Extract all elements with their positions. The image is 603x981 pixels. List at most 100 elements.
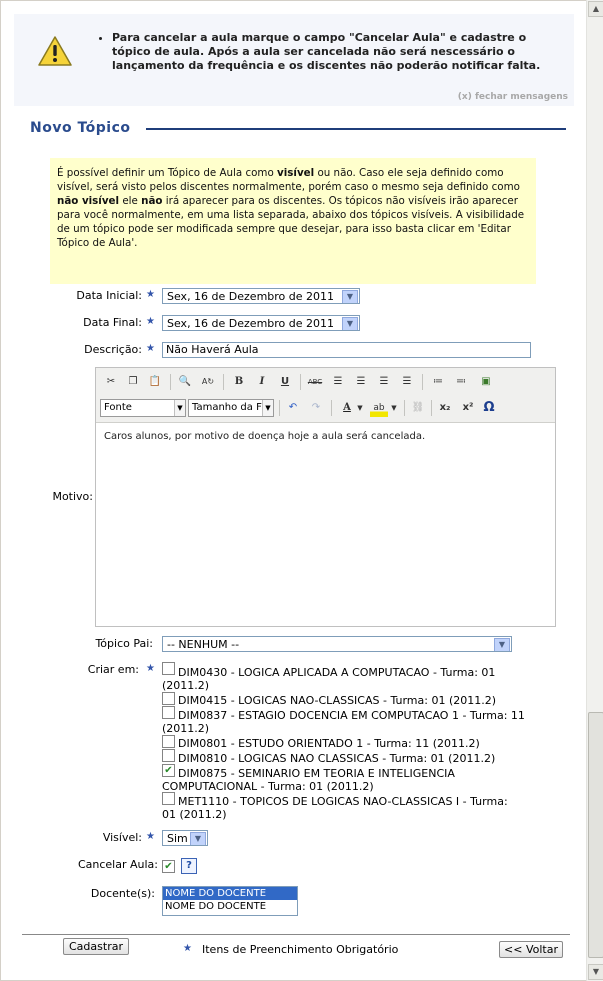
toolbar-separator — [431, 400, 432, 416]
toolbar-separator — [300, 374, 301, 390]
toolbar-separator — [170, 374, 171, 390]
cancelar-aula-checkbox[interactable]: ✔ — [162, 860, 175, 873]
visivel-value: Sim — [167, 832, 188, 845]
visivel-label: Visível: — [102, 831, 142, 844]
page-title: Novo Tópico — [30, 120, 131, 136]
motivo-label: Motivo: — [52, 490, 93, 503]
replace-icon[interactable]: A↻ — [199, 373, 217, 391]
chevron-down-icon[interactable]: ▼ — [342, 290, 358, 303]
scroll-thumb[interactable] — [588, 712, 603, 958]
scroll-down-icon[interactable]: ▼ — [588, 964, 603, 980]
link-icon[interactable]: ⛓ — [409, 399, 427, 417]
insert-image-icon[interactable]: ▣ — [477, 373, 495, 391]
align-center-icon[interactable]: ☰ — [352, 373, 370, 391]
underline-icon[interactable]: U — [276, 373, 294, 391]
align-right-icon[interactable]: ☰ — [375, 373, 393, 391]
copy-icon[interactable]: ❐ — [124, 373, 142, 391]
superscript-icon[interactable]: x² — [459, 399, 477, 417]
docentes-label: Docente(s): — [90, 887, 155, 900]
course-item: DIM0430 - LOGICA APLICADA A COMPUTACAO -… — [162, 666, 495, 692]
topico-pai-select[interactable]: -- NENHUM -- ▼ — [162, 636, 512, 652]
descricao-label: Descrição: — [84, 343, 142, 356]
font-size-select[interactable]: Tamanho da Fo ▼ — [188, 399, 274, 417]
warning-message: Para cancelar a aula marque o campo "Can… — [112, 31, 556, 73]
align-left-icon[interactable]: ☰ — [329, 373, 347, 391]
close-messages-link[interactable]: (x) fechar mensagens — [458, 92, 568, 102]
text-color-icon[interactable]: A — [338, 399, 356, 417]
title-divider — [146, 128, 566, 130]
bullet-list-icon[interactable]: ≔ — [429, 373, 447, 391]
topico-pai-value: -- NENHUM -- — [167, 638, 240, 651]
course-line: COMPUTACIONAL - Turma: 01 (2011.2) — [162, 780, 374, 793]
footer-divider — [22, 934, 570, 935]
course-item: DIM0837 - ESTAGIO DOCENCIA EM COMPUTACAO… — [162, 709, 525, 735]
motivo-content[interactable]: Caros alunos, por motivo de doença hoje … — [104, 431, 425, 442]
chevron-down-icon[interactable]: ▼ — [190, 832, 206, 845]
toolbar-separator — [223, 374, 224, 390]
course-line: MET1110 - TOPICOS DE LOGICAS NAO-CLASSIC… — [178, 795, 508, 808]
docentes-listbox[interactable]: NOME DO DOCENTE NOME DO DOCENTE — [162, 886, 298, 916]
descricao-input[interactable]: Não Haverá Aula — [162, 342, 531, 358]
required-star-icon: ★ — [146, 663, 155, 674]
docente-option[interactable]: NOME DO DOCENTE — [163, 887, 297, 900]
chevron-down-icon[interactable]: ▼ — [355, 399, 365, 417]
italic-icon[interactable]: I — [253, 373, 271, 391]
docente-option[interactable]: NOME DO DOCENTE — [163, 900, 297, 913]
required-note: Itens de Preenchimento Obrigatório — [202, 943, 399, 956]
data-inicial-value: Sex, 16 de Dezembro de 2011 — [167, 290, 335, 303]
visivel-select[interactable]: Sim ▼ — [162, 830, 208, 846]
highlight-color-icon[interactable]: ab — [370, 399, 388, 417]
font-family-select[interactable]: Fonte ▼ — [100, 399, 186, 417]
subscript-icon[interactable]: x₂ — [436, 399, 454, 417]
editor-toolbar: ✂ ❐ 📋 🔍 A↻ B I U ABC ☰ ☰ ☰ ☰ ≔ ≕ ▣ Fonte… — [96, 368, 555, 423]
course-line: DIM0837 - ESTAGIO DOCENCIA EM COMPUTACAO… — [178, 709, 525, 722]
course-item: DIM0810 - LOGICAS NAO CLASSICAS - Turma:… — [162, 752, 495, 765]
data-inicial-select[interactable]: Sex, 16 de Dezembro de 2011 ▼ — [162, 288, 360, 304]
bold-icon[interactable]: B — [230, 373, 248, 391]
chevron-down-icon[interactable]: ▼ — [174, 400, 185, 416]
required-star-icon: ★ — [146, 289, 155, 300]
required-star-icon: ★ — [146, 316, 155, 327]
required-star-icon: ★ — [146, 343, 155, 354]
chevron-down-icon[interactable]: ▼ — [342, 317, 358, 330]
course-line: (2011.2) — [162, 722, 210, 735]
course-item: MET1110 - TOPICOS DE LOGICAS NAO-CLASSIC… — [162, 795, 508, 821]
course-item: DIM0415 - LOGICAS NAO-CLASSICAS - Turma:… — [162, 694, 496, 707]
paste-icon[interactable]: 📋 — [146, 373, 164, 391]
data-final-value: Sex, 16 de Dezembro de 2011 — [167, 317, 335, 330]
criar-em-label: Criar em: — [87, 663, 139, 676]
vertical-scrollbar[interactable]: ▲ ▼ — [586, 0, 603, 981]
strikethrough-icon[interactable]: ABC — [306, 373, 324, 391]
section-header: Novo Tópico — [30, 120, 566, 140]
font-size-value: Tamanho da Fo — [192, 402, 268, 413]
course-line: 01 (2011.2) — [162, 808, 227, 821]
info-bold-nao: não — [141, 195, 163, 207]
chevron-down-icon[interactable]: ▼ — [494, 638, 510, 651]
course-item: DIM0875 - SEMINARIO EM TEORIA E INTELIGE… — [162, 767, 455, 793]
help-icon[interactable]: ? — [181, 858, 197, 874]
warning-message-box: Para cancelar a aula marque o campo "Can… — [14, 14, 574, 106]
course-line: DIM0801 - ESTUDO ORIENTADO 1 - Turma: 11… — [178, 737, 480, 750]
data-final-select[interactable]: Sex, 16 de Dezembro de 2011 ▼ — [162, 315, 360, 331]
course-item: DIM0801 - ESTUDO ORIENTADO 1 - Turma: 11… — [162, 737, 480, 750]
info-text-3: ele — [119, 195, 142, 207]
toolbar-separator — [331, 400, 332, 416]
align-justify-icon[interactable]: ☰ — [398, 373, 416, 391]
chevron-down-icon[interactable]: ▼ — [262, 400, 273, 416]
info-bold-nao-visivel: não visível — [57, 195, 120, 207]
special-char-icon[interactable]: Ω — [480, 399, 498, 417]
numbered-list-icon[interactable]: ≕ — [452, 373, 470, 391]
chevron-down-icon[interactable]: ▼ — [389, 399, 399, 417]
cancelar-aula-label: Cancelar Aula: — [77, 858, 158, 871]
cadastrar-button[interactable]: Cadastrar — [63, 938, 129, 955]
cut-icon[interactable]: ✂ — [102, 373, 120, 391]
required-star-icon: ★ — [146, 831, 155, 842]
voltar-button[interactable]: << Voltar — [499, 941, 563, 958]
redo-icon[interactable]: ↷ — [307, 399, 325, 417]
course-line: (2011.2) — [162, 679, 210, 692]
find-icon[interactable]: 🔍 — [176, 373, 194, 391]
info-text-1: É possível definir um Tópico de Aula com… — [57, 167, 278, 179]
undo-icon[interactable]: ↶ — [284, 399, 302, 417]
motivo-rich-text-editor[interactable]: ✂ ❐ 📋 🔍 A↻ B I U ABC ☰ ☰ ☰ ☰ ≔ ≕ ▣ Fonte… — [95, 367, 556, 627]
scroll-up-icon[interactable]: ▲ — [588, 1, 603, 17]
